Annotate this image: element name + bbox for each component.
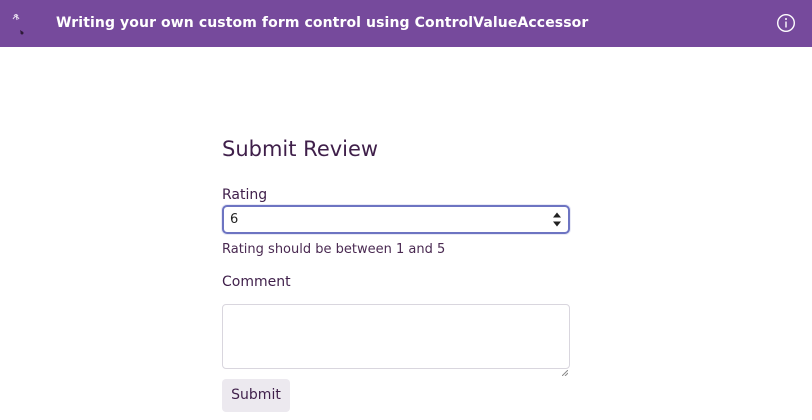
info-icon[interactable]	[776, 13, 796, 33]
resize-grip-icon[interactable]	[561, 361, 569, 377]
form-title: Submit Review	[222, 137, 379, 161]
sound-waves-logo-icon	[10, 10, 30, 40]
rating-error-message: Rating should be between 1 and 5	[222, 242, 446, 257]
rating-value: 6	[230, 212, 239, 227]
rating-input[interactable]: 6	[222, 205, 570, 234]
comment-textarea[interactable]	[222, 304, 570, 369]
submit-button[interactable]: Submit	[222, 379, 290, 412]
comment-label: Comment	[222, 274, 291, 290]
app-title: Writing your own custom form control usi…	[56, 15, 589, 31]
app-header: Writing your own custom form control usi…	[0, 0, 812, 47]
rating-label: Rating	[222, 187, 268, 203]
number-spinner-icon[interactable]	[552, 210, 562, 229]
